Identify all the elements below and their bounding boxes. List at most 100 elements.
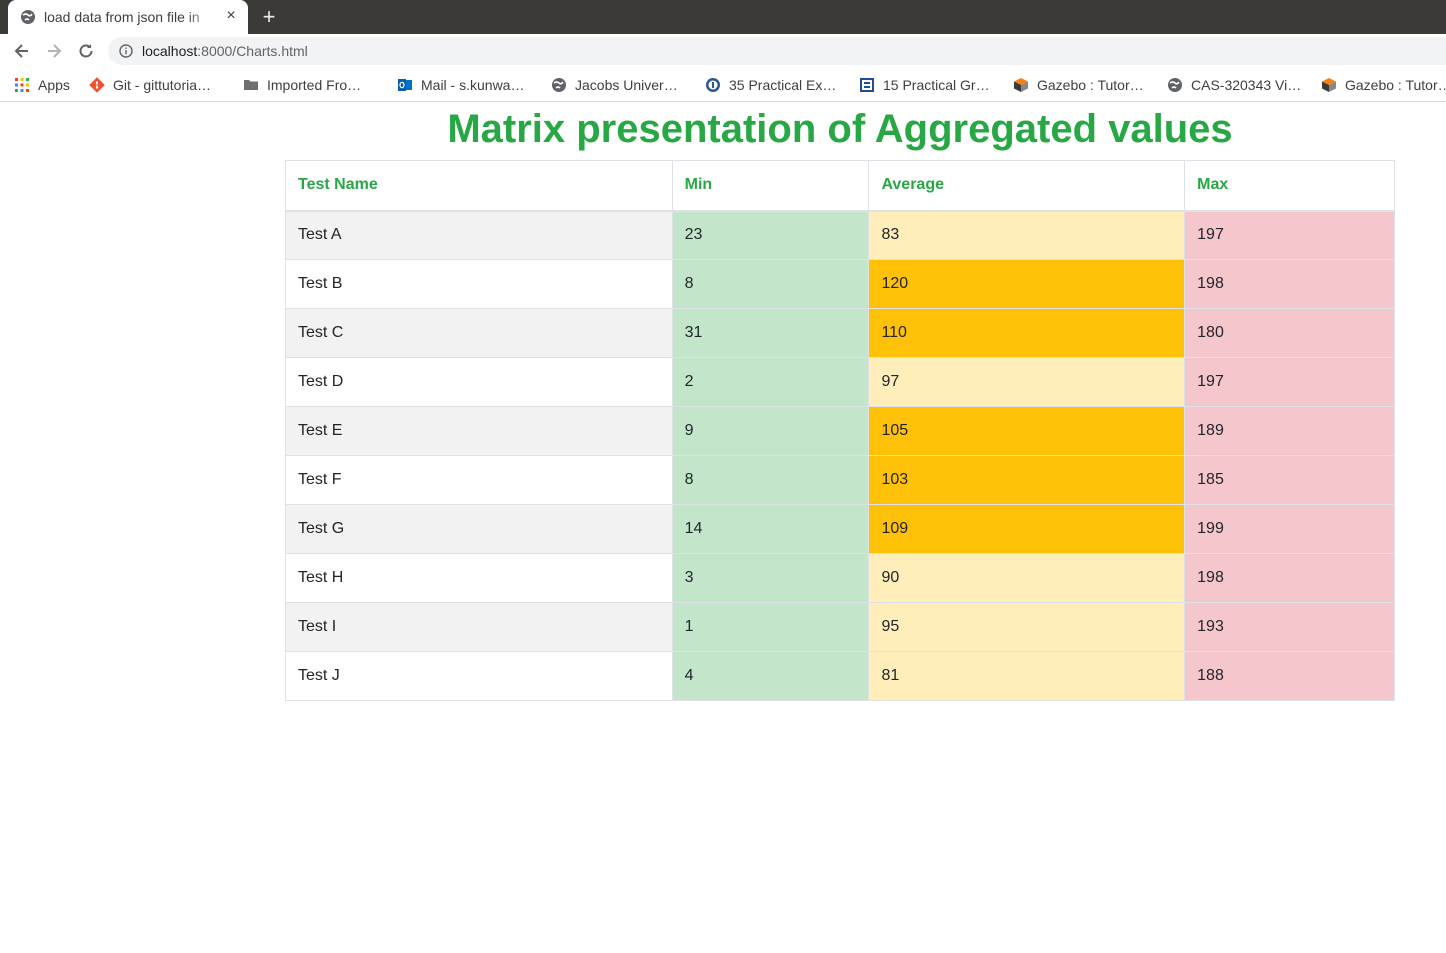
table-body: Test A 23 83 197 Test B 8 120 198 Test C 31 110 180…: [285, 210, 1395, 701]
cell-min: 14: [671, 504, 870, 554]
cell-average: 95: [868, 602, 1186, 652]
bookmark-label: CAS-320343 Vi…: [1191, 77, 1302, 93]
cell-test-name: Test F: [285, 455, 673, 505]
bookmark-jacobs[interactable]: Jacobs Univer…: [551, 76, 678, 94]
cell-test-name: Test A: [285, 210, 673, 260]
table-row: Test A 23 83 197: [285, 210, 1395, 260]
cell-max: 180: [1184, 308, 1395, 358]
cell-test-name: Test D: [285, 357, 673, 407]
cell-average: 103: [868, 455, 1186, 505]
cell-min: 31: [671, 308, 870, 358]
cell-min: 8: [671, 259, 870, 309]
site-icon: [706, 78, 720, 92]
cell-test-name: Test G: [285, 504, 673, 554]
bookmark-git[interactable]: Git - gittutoria…: [89, 76, 211, 94]
globe-icon: [21, 10, 35, 24]
cell-max: 185: [1184, 455, 1395, 505]
folder-icon: [244, 80, 258, 90]
cell-average: 81: [868, 651, 1186, 701]
bookmark-label: Gazebo : Tutor…: [1037, 77, 1144, 93]
bookmark-label: Imported Fro…: [267, 77, 362, 93]
url-text[interactable]: localhost:8000/Charts.html: [142, 43, 308, 59]
cell-average: 83: [868, 210, 1186, 260]
bookmark-label: Jacobs Univer…: [575, 77, 678, 93]
cell-max: 197: [1184, 210, 1395, 260]
new-tab-button[interactable]: +: [258, 6, 280, 28]
browser-tab[interactable]: load data from json file in ×: [8, 0, 248, 34]
cell-min: 4: [671, 651, 870, 701]
gazebo-icon: [1014, 78, 1028, 92]
bookmark-label: 35 Practical Ex…: [729, 77, 837, 93]
cell-max: 198: [1184, 259, 1395, 309]
table-row: Test E 9 105 189: [285, 406, 1395, 456]
cell-max: 188: [1184, 651, 1395, 701]
cell-min: 9: [671, 406, 870, 456]
cell-max: 199: [1184, 504, 1395, 554]
git-icon: [89, 77, 105, 93]
cell-max: 189: [1184, 406, 1395, 456]
cell-average: 109: [868, 504, 1186, 554]
bookmarks-bar: Apps Git - gittutoria… Imported Fro… Mai…: [0, 68, 1446, 102]
cell-min: 23: [671, 210, 870, 260]
address-bar[interactable]: localhost:8000/Charts.html: [108, 37, 1446, 65]
header-min: Min: [671, 160, 870, 212]
cell-max: 193: [1184, 602, 1395, 652]
bookmark-label: Gazebo : Tutor…: [1345, 77, 1446, 93]
cell-min: 8: [671, 455, 870, 505]
cell-max: 197: [1184, 357, 1395, 407]
cell-min: 2: [671, 357, 870, 407]
bookmark-mail[interactable]: Mail - s.kunwa…: [397, 76, 524, 94]
bookmark-15-practical[interactable]: 15 Practical Gr…: [859, 76, 990, 94]
header-test-name: Test Name: [285, 160, 673, 212]
aggregated-values-table: Test Name Min Average Max Test A 23 83 197 T…: [285, 160, 1395, 701]
table-row: Test I 1 95 193: [285, 602, 1395, 652]
bookmark-label: Git - gittutoria…: [113, 77, 212, 93]
bookmark-apps[interactable]: Apps: [14, 76, 70, 94]
gazebo-icon: [1322, 78, 1336, 92]
bookmark-label: Apps: [38, 77, 70, 93]
browser-toolbar: localhost:8000/Charts.html: [0, 34, 1446, 68]
bookmark-imported[interactable]: Imported Fro…: [243, 76, 361, 94]
table-row: Test B 8 120 198: [285, 259, 1395, 309]
cell-average: 110: [868, 308, 1186, 358]
cell-average: 97: [868, 357, 1186, 407]
table-row: Test C 31 110 180: [285, 308, 1395, 358]
tab-close-icon[interactable]: ×: [222, 7, 240, 25]
url-host: localhost: [142, 43, 198, 59]
cell-test-name: Test B: [285, 259, 673, 309]
tab-title: load data from json file in: [44, 9, 200, 25]
bookmark-gazebo-1[interactable]: Gazebo : Tutor…: [1013, 76, 1144, 94]
browser-titlebar: load data from json file in × +: [0, 0, 1446, 34]
table-row: Test D 2 97 197: [285, 357, 1395, 407]
url-path: :8000/Charts.html: [197, 43, 308, 59]
cell-average: 105: [868, 406, 1186, 456]
cell-test-name: Test I: [285, 602, 673, 652]
cell-test-name: Test H: [285, 553, 673, 603]
cell-test-name: Test J: [285, 651, 673, 701]
bookmark-35-practical[interactable]: 35 Practical Ex…: [705, 76, 836, 94]
bookmark-label: Mail - s.kunwa…: [421, 77, 525, 93]
cell-min: 3: [671, 553, 870, 603]
cell-min: 1: [671, 602, 870, 652]
cell-max: 198: [1184, 553, 1395, 603]
globe-icon: [552, 78, 566, 92]
apps-grid-icon: [15, 78, 29, 92]
outlook-icon: [398, 79, 412, 91]
cell-average: 90: [868, 553, 1186, 603]
table-row: Test J 4 81 188: [285, 651, 1395, 701]
table-row: Test F 8 103 185: [285, 455, 1395, 505]
table-header-row: Test Name Min Average Max: [285, 160, 1395, 212]
bookmark-gazebo-2[interactable]: Gazebo : Tutor…: [1321, 76, 1446, 94]
cell-average: 120: [868, 259, 1186, 309]
reload-icon[interactable]: [76, 41, 96, 61]
table-row: Test H 3 90 198: [285, 553, 1395, 603]
forward-arrow-icon[interactable]: [44, 41, 64, 61]
page-title: Matrix presentation of Aggregated values: [447, 107, 1233, 151]
back-arrow-icon[interactable]: [12, 41, 32, 61]
table-row: Test G 14 109 199: [285, 504, 1395, 554]
bookmark-cas[interactable]: CAS-320343 Vi…: [1167, 76, 1301, 94]
header-average: Average: [868, 160, 1186, 212]
site-icon: [860, 78, 874, 92]
cell-test-name: Test C: [285, 308, 673, 358]
info-icon[interactable]: [119, 44, 133, 58]
